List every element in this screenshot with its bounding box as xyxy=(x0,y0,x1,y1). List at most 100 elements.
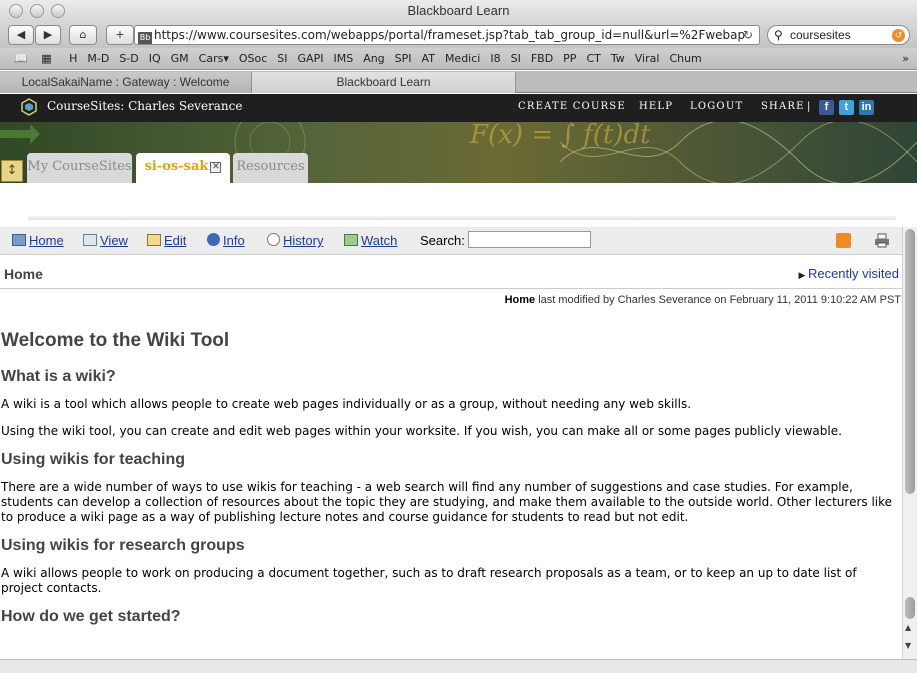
wiki-edit-link[interactable]: Edit xyxy=(147,233,186,248)
bookmark-item[interactable]: PP xyxy=(563,48,576,70)
bookmark-item[interactable]: CT xyxy=(586,48,600,70)
bookmark-item[interactable]: SPI xyxy=(395,48,412,70)
bookmark-item[interactable]: H xyxy=(69,48,77,70)
back-button[interactable]: ◀ xyxy=(8,25,34,45)
tab-my-coursesites[interactable]: My CourseSites xyxy=(27,153,132,183)
triangle-right-icon: ▶ xyxy=(798,270,808,280)
tab-resources[interactable]: Resources xyxy=(233,153,308,183)
wiki-toolbar: Home View Edit Info History Watch Search… xyxy=(0,227,902,255)
bookmark-item[interactable]: M-D xyxy=(87,48,109,70)
bookmark-item[interactable]: Cars▾ xyxy=(199,48,229,70)
tab-label: LocalSakaiName : Gateway : Welcome xyxy=(21,75,230,89)
bookmark-item[interactable]: Ang xyxy=(363,48,384,70)
section-heading: What is a wiki? xyxy=(1,368,116,385)
close-window-button[interactable] xyxy=(9,4,23,18)
wiki-watch-label: Watch xyxy=(361,233,398,248)
bookmark-item[interactable]: AT xyxy=(422,48,435,70)
facebook-icon[interactable]: f xyxy=(819,100,834,115)
tab-si-os-sak[interactable]: si-os-sak ✕ xyxy=(136,153,230,183)
history-icon xyxy=(267,233,280,246)
top-sites-icon[interactable]: ▦ xyxy=(41,48,51,70)
add-bookmark-button[interactable]: + xyxy=(106,25,134,45)
edit-icon xyxy=(147,234,161,246)
coursesites-logo-icon xyxy=(21,98,37,116)
section-paragraph: A wiki is a tool which allows people to … xyxy=(1,397,692,411)
bookmarks-bar: 📖 ▦ H M-D S-D IQ GM Cars▾ OSoc SI GAPI IMS Ang SPI A… xyxy=(0,48,917,70)
recently-visited-label: Recently visited xyxy=(807,266,899,281)
minimize-window-button[interactable] xyxy=(30,4,44,18)
section-paragraph: A wiki allows people to work on producin… xyxy=(1,566,857,595)
site-favicon-icon: Bb xyxy=(138,32,152,44)
home-page-icon xyxy=(12,234,26,246)
info-icon xyxy=(207,233,220,246)
twitter-icon[interactable]: t xyxy=(839,100,854,115)
watch-icon xyxy=(344,234,358,246)
tab-blackboard-learn[interactable]: Blackboard Learn xyxy=(252,72,516,93)
reading-list-icon[interactable]: 📖 xyxy=(14,48,28,70)
scrollbar-thumb[interactable] xyxy=(905,229,915,494)
wiki-view-label: View xyxy=(100,233,128,248)
close-tab-icon[interactable]: ✕ xyxy=(210,162,222,173)
wiki-home-link[interactable]: Home xyxy=(12,233,64,248)
wiki-content: Welcome to the Wiki Tool What is a wiki?… xyxy=(1,330,896,637)
recently-visited-toggle[interactable]: ▶ Recently visited xyxy=(799,266,899,281)
bookmark-item[interactable]: IMS xyxy=(333,48,353,70)
content-frame-top xyxy=(28,216,896,220)
print-icon[interactable] xyxy=(874,233,890,248)
collapse-frame-button[interactable]: ↕ xyxy=(1,160,23,182)
bookmark-item[interactable]: Viral xyxy=(635,48,660,70)
modified-text: last modified by Charles Severance on Fe… xyxy=(538,294,901,306)
blackboard-header: CourseSites: Charles Severance CREATE CO… xyxy=(0,94,917,122)
course-banner: F(x) = ∫ f(t)dt My CourseSites si-os-sak… xyxy=(0,122,917,183)
divider xyxy=(0,288,902,289)
tab-sakai-gateway[interactable]: LocalSakaiName : Gateway : Welcome xyxy=(0,72,252,93)
address-bar[interactable]: Bb https://www.coursesites.com/webapps/po… xyxy=(134,25,760,45)
bookmark-item[interactable]: SI xyxy=(277,48,287,70)
rss-icon[interactable] xyxy=(836,233,851,248)
bookmark-item[interactable]: S-D xyxy=(119,48,138,70)
section-heading: How do we get started? xyxy=(1,608,181,625)
scroll-down-icon[interactable]: ▼ xyxy=(905,641,911,650)
wiki-info-link[interactable]: Info xyxy=(207,233,245,248)
bookmark-item[interactable]: GM xyxy=(171,48,189,70)
home-icon[interactable]: ⌂ xyxy=(69,25,97,45)
bookmark-item[interactable]: Chum xyxy=(669,48,701,70)
wiki-search-input[interactable] xyxy=(468,231,591,248)
course-tab-label: My CourseSites xyxy=(27,159,132,174)
logout-link[interactable]: LOGOUT xyxy=(690,101,743,112)
wiki-history-label: History xyxy=(283,233,324,248)
wiki-watch-link[interactable]: Watch xyxy=(344,233,397,248)
search-field[interactable]: ⚲ coursesites ↺ xyxy=(767,25,910,45)
clear-search-icon[interactable]: ↺ xyxy=(892,29,905,42)
help-link[interactable]: HELP xyxy=(639,101,673,112)
site-title: CourseSites: Charles Severance xyxy=(47,99,243,113)
window-titlebar: Blackboard Learn xyxy=(0,0,917,22)
scrollbar-lower-thumb[interactable] xyxy=(905,597,915,619)
wiki-info-label: Info xyxy=(223,233,245,248)
bookmark-item[interactable]: I8 xyxy=(490,48,500,70)
bookmark-item[interactable]: OSoc xyxy=(239,48,267,70)
wiki-home-label: Home xyxy=(29,233,64,248)
wiki-history-link[interactable]: History xyxy=(267,233,323,248)
bookmark-item[interactable]: Medici xyxy=(445,48,480,70)
scroll-up-icon[interactable]: ▲ xyxy=(905,623,911,632)
bookmark-item[interactable]: IQ xyxy=(149,48,161,70)
zoom-window-button[interactable] xyxy=(51,4,65,18)
bookmark-item[interactable]: SI xyxy=(511,48,521,70)
address-url: https://www.coursesites.com/webapps/port… xyxy=(154,28,746,42)
linkedin-icon[interactable]: in xyxy=(859,100,874,115)
wiki-view-link[interactable]: View xyxy=(83,233,128,248)
breadcrumb: Home xyxy=(4,266,43,282)
bookmark-item[interactable]: Tw xyxy=(611,48,625,70)
bookmark-item[interactable]: GAPI xyxy=(298,48,324,70)
reload-icon[interactable]: ↻ xyxy=(743,26,753,44)
last-modified-info: Home last modified by Charles Severance … xyxy=(505,294,901,306)
create-course-link[interactable]: CREATE COURSE xyxy=(518,101,626,112)
view-icon xyxy=(83,234,97,246)
more-bookmarks-icon[interactable]: » xyxy=(902,48,909,70)
bookmark-item[interactable]: FBD xyxy=(531,48,553,70)
forward-button[interactable]: ▶ xyxy=(35,25,61,45)
search-value: coursesites xyxy=(790,28,851,42)
content-scrollbar[interactable]: ▲ ▼ xyxy=(902,227,917,659)
window-title: Blackboard Learn xyxy=(407,3,510,18)
